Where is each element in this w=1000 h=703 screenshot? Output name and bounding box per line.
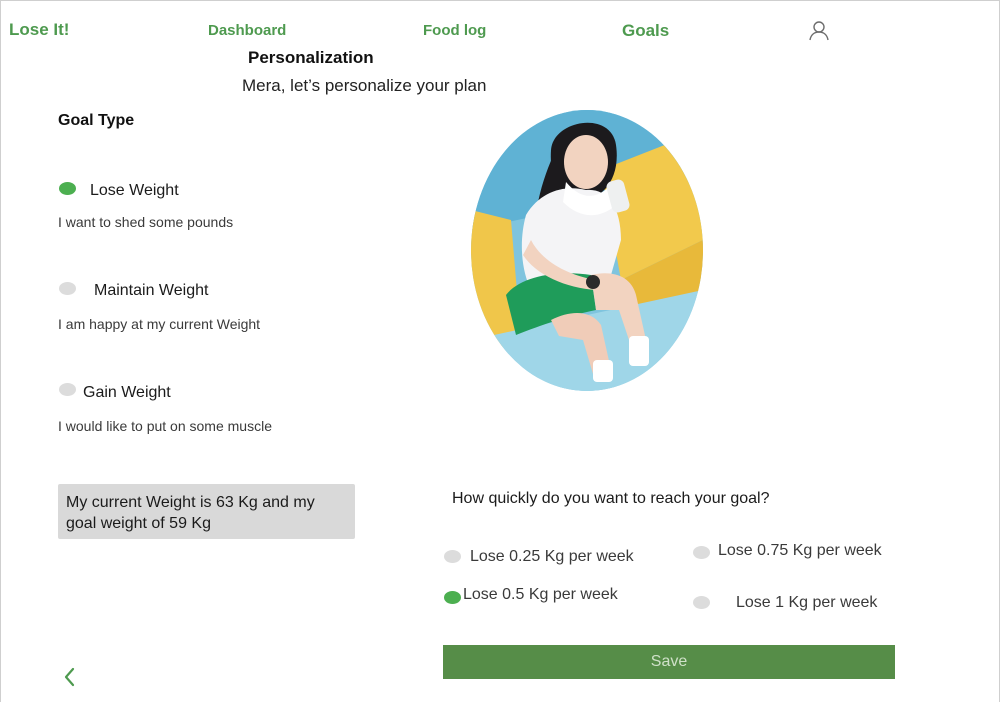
- photo-illustration: [471, 110, 703, 391]
- radio-selected[interactable]: [59, 182, 76, 195]
- user-icon[interactable]: [807, 19, 831, 43]
- goal-option-label: Gain Weight: [83, 384, 171, 401]
- weight-summary-line: My current Weight is 63 Kg and my: [66, 494, 315, 511]
- goal-option-description: I am happy at my current Weight: [58, 316, 261, 332]
- user-icon-svg: [809, 21, 829, 41]
- rate-option-label: Lose 0.5 Kg per week: [463, 586, 618, 603]
- back-button[interactable]: [62, 664, 78, 690]
- chevron-left-icon: [64, 667, 75, 687]
- page-subtitle: Mera, let’s personalize your plan: [242, 76, 487, 95]
- goal-option-maintain-weight[interactable]: Maintain Weight: [57, 280, 257, 304]
- radio-unselected[interactable]: [693, 546, 710, 559]
- weight-summary-line: goal weight of 59 Kg: [66, 515, 211, 532]
- goal-option-gain-weight[interactable]: Gain Weight: [57, 382, 257, 406]
- nav-goals[interactable]: Goals: [622, 21, 669, 41]
- weight-summary: My current Weight is 63 Kg and my goal w…: [58, 484, 355, 539]
- rate-option-1[interactable]: Lose 1 Kg per week: [692, 592, 912, 616]
- goal-option-label: Lose Weight: [90, 182, 179, 199]
- goal-option-description: I want to shed some pounds: [58, 214, 234, 230]
- goal-option-label: Maintain Weight: [94, 282, 209, 299]
- rate-option-0-5[interactable]: Lose 0.5 Kg per week: [443, 585, 663, 609]
- rate-question: How quickly do you want to reach your go…: [452, 490, 770, 507]
- app-logo[interactable]: Lose It!: [9, 20, 69, 40]
- rate-option-0-25[interactable]: Lose 0.25 Kg per week: [443, 546, 663, 570]
- save-button[interactable]: Save: [443, 645, 895, 679]
- profile-photo: [471, 110, 703, 391]
- goal-type-heading: Goal Type: [58, 112, 135, 129]
- radio-unselected[interactable]: [59, 383, 76, 396]
- rate-option-0-75[interactable]: Lose 0.75 Kg per week: [692, 541, 912, 565]
- radio-unselected[interactable]: [444, 550, 461, 563]
- goal-option-description: I would like to put on some muscle: [58, 418, 272, 434]
- nav-dashboard[interactable]: Dashboard: [208, 22, 286, 39]
- rate-option-label: Lose 0.25 Kg per week: [470, 548, 634, 565]
- page-title: Personalization: [248, 48, 374, 67]
- goal-option-lose-weight[interactable]: Lose Weight: [57, 180, 257, 204]
- radio-selected[interactable]: [444, 591, 461, 604]
- nav-food-log[interactable]: Food log: [423, 22, 486, 39]
- rate-option-label: Lose 0.75 Kg per week: [718, 542, 882, 559]
- rate-option-label: Lose 1 Kg per week: [736, 594, 878, 611]
- radio-unselected[interactable]: [59, 282, 76, 295]
- radio-unselected[interactable]: [693, 596, 710, 609]
